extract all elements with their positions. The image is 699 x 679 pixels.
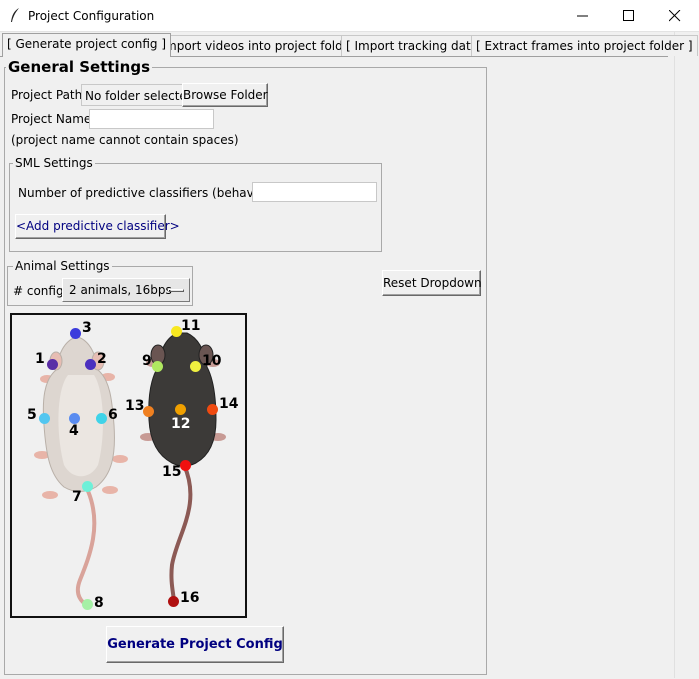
maximize-button[interactable] [606, 0, 652, 31]
bodypart-marker-1 [47, 359, 58, 370]
bodypart-marker-8 [82, 599, 93, 610]
bodypart-label-15: 15 [162, 464, 182, 480]
bodypart-marker-3 [70, 328, 81, 339]
project-path-value-box: No folder selected [81, 84, 194, 106]
tab-bar: [ Generate project config ] [ Import vid… [0, 33, 698, 57]
maximize-icon [623, 10, 634, 21]
bodypart-label-10: 10 [202, 353, 222, 369]
browse-folder-button[interactable]: Browse Folder [182, 83, 268, 107]
config-dropdown-value: 2 animals, 16bps [69, 283, 172, 297]
project-name-input[interactable] [89, 109, 214, 129]
close-button[interactable] [652, 0, 698, 31]
bodypart-label-2: 2 [97, 351, 107, 367]
bodypart-label-6: 6 [108, 407, 118, 423]
bodypart-marker-9 [152, 361, 163, 372]
config-dropdown[interactable]: 2 animals, 16bps [62, 278, 190, 302]
bodypart-label-12: 12 [171, 416, 191, 432]
bodypart-marker-12 [175, 404, 186, 415]
general-settings-heading: General Settings [6, 58, 153, 76]
add-predictive-classifier-button[interactable]: <Add predictive classifier> [15, 214, 180, 239]
tab-import-videos[interactable]: [ Import videos into project folder ] [148, 35, 369, 56]
bodypart-marker-14 [207, 404, 218, 415]
title-bar: Project Configuration [0, 0, 699, 32]
bodypart-label-14: 14 [219, 396, 239, 412]
vertical-scrollbar[interactable] [674, 32, 699, 678]
animal-settings-heading: Animal Settings [13, 259, 112, 273]
project-name-hint: (project name cannot contain spaces) [11, 133, 239, 147]
bodypart-label-3: 3 [82, 320, 92, 336]
bodypart-label-5: 5 [27, 407, 37, 423]
bodypart-label-4: 4 [69, 423, 79, 439]
bodypart-marker-2 [85, 359, 96, 370]
tab-generate-project-config[interactable]: [ Generate project config ] [2, 33, 172, 57]
bodypart-diagram: 1 2 3 4 5 6 7 8 9 10 11 12 13 14 15 16 [10, 313, 247, 618]
generate-project-config-button[interactable]: Generate Project Config [106, 626, 284, 663]
minimize-icon [577, 15, 588, 17]
bodypart-label-11: 11 [181, 318, 201, 334]
bodypart-marker-10 [190, 361, 201, 372]
reset-dropdown-button[interactable]: Reset Dropdown [382, 270, 482, 296]
config-label: # config [13, 284, 64, 298]
num-classifiers-input[interactable] [252, 182, 377, 202]
bodypart-label-9: 9 [142, 353, 152, 369]
project-name-label: Project Name: [11, 112, 96, 126]
bodypart-label-8: 8 [94, 595, 104, 611]
feather-icon [11, 8, 19, 22]
project-path-label: Project Path: [11, 88, 87, 102]
close-icon [669, 10, 681, 22]
bodypart-label-13: 13 [125, 398, 145, 414]
dropdown-indicator-icon [168, 289, 184, 292]
bodypart-label-7: 7 [72, 489, 82, 505]
bodypart-marker-7 [82, 481, 93, 492]
bodypart-label-1: 1 [35, 351, 45, 367]
bodypart-label-16: 16 [180, 590, 200, 606]
bodypart-marker-5 [39, 413, 50, 424]
num-classifiers-label: Number of predictive classifiers (behavi… [18, 186, 285, 200]
sml-settings-heading: SML Settings [13, 156, 95, 170]
tab-extract-frames[interactable]: [ Extract frames into project folder ] [471, 35, 698, 56]
bodypart-marker-15 [180, 460, 191, 471]
bodypart-marker-6 [96, 413, 107, 424]
bodypart-marker-13 [143, 406, 154, 417]
project-path-value: No folder selected [85, 89, 195, 103]
tab-import-tracking-data[interactable]: [ Import tracking data ] [341, 35, 492, 56]
window-title: Project Configuration [28, 9, 155, 23]
bodypart-marker-16 [168, 596, 179, 607]
minimize-button[interactable] [560, 0, 606, 31]
